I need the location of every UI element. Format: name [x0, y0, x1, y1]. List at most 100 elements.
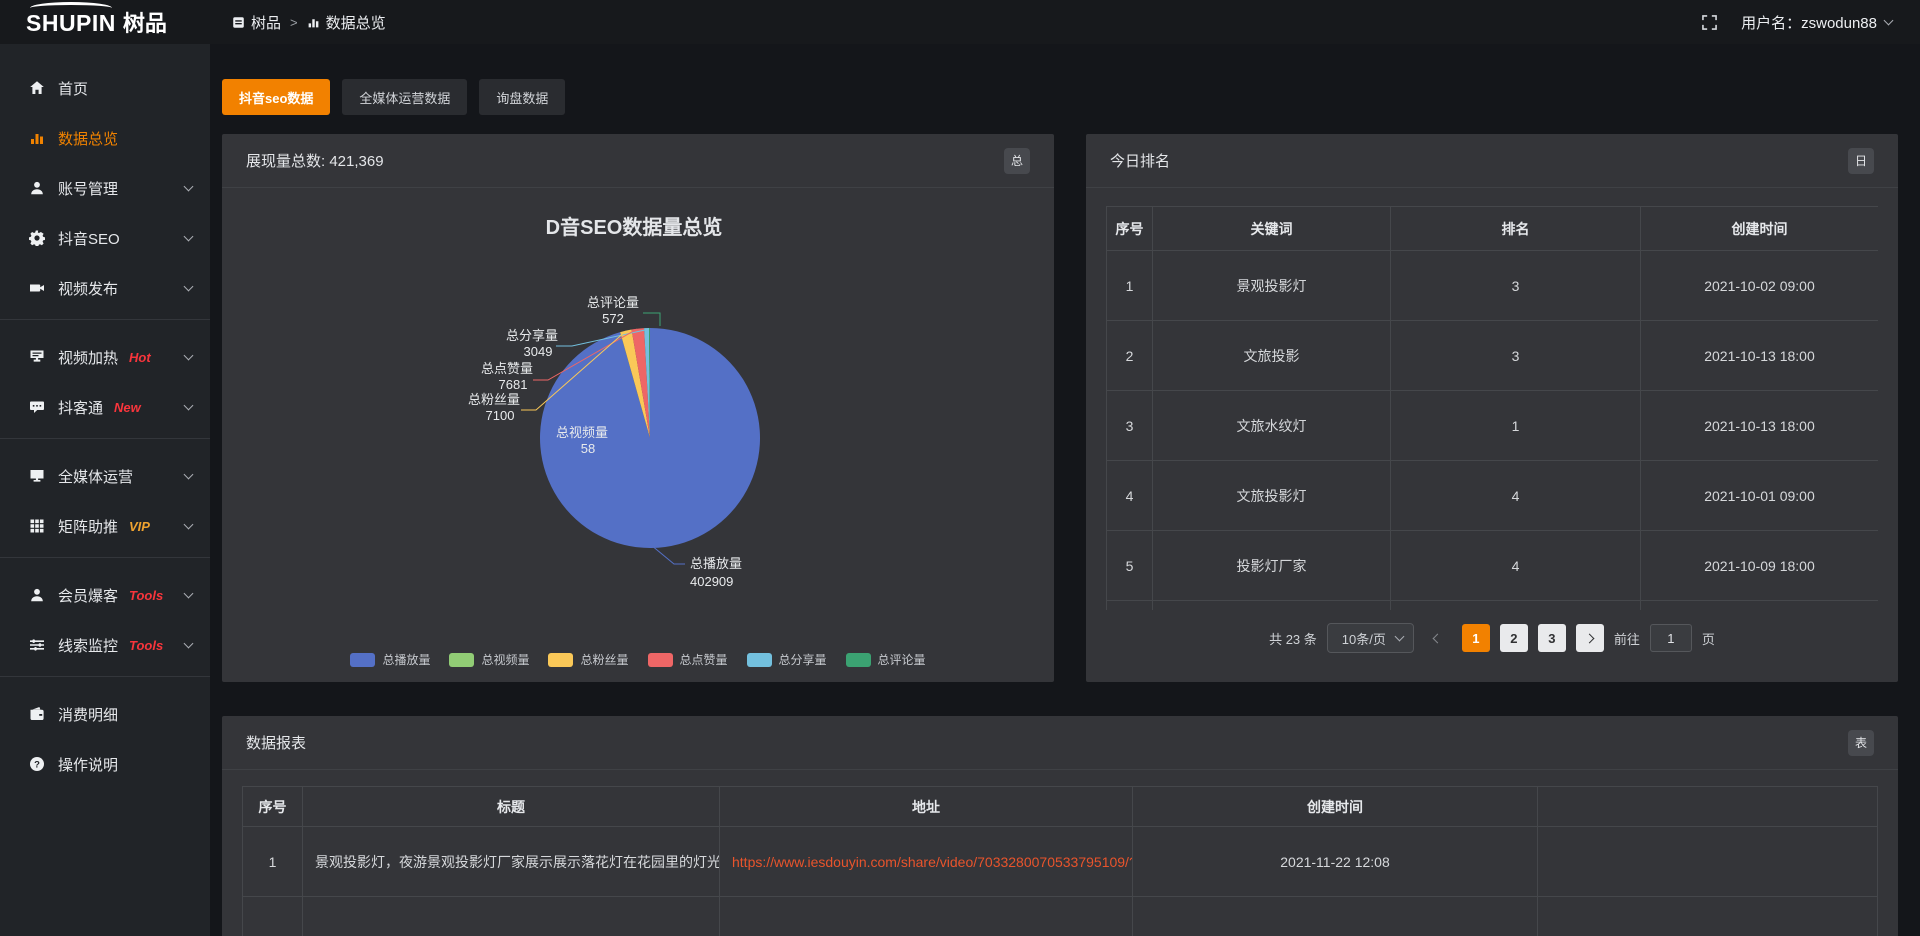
rank-table-container: 序号 关键词 排名 创建时间 1景观投影灯32021-10-02 09:00 2… — [1106, 206, 1878, 610]
pie-chart-svg: D音SEO数据量总览 总评论量 572 总分享量 3049 总点赞量 7681 … — [222, 188, 1054, 682]
sidebar-item-member-burst[interactable]: 会员爆客 Tools — [0, 570, 210, 620]
col-created: 创建时间 — [1641, 207, 1879, 251]
chevron-down-icon — [184, 520, 194, 530]
legend-item-play-count[interactable]: 总播放量 — [350, 651, 430, 668]
user-menu[interactable]: 用户名：zswodun88 — [1741, 12, 1892, 33]
impressions-chart-card: 展现量总数: 421,369 总 D音SEO数据量总览 总评论量 572 总分享… — [222, 134, 1054, 682]
chevron-down-icon — [184, 282, 194, 292]
app-logo: SHUPIN 树品 — [0, 6, 210, 38]
chat-bubble-icon — [28, 399, 45, 416]
sidebar-item-douketong[interactable]: 抖客通 New — [0, 382, 210, 432]
legend-swatch — [846, 653, 871, 667]
header-right: 用户名：zswodun88 — [1702, 12, 1920, 33]
col-spacer — [1538, 787, 1878, 827]
chart-card-header: 展现量总数: 421,369 总 — [222, 134, 1054, 188]
fans-value: 7100 — [486, 408, 515, 423]
rank-table-header-row: 序号 关键词 排名 创建时间 — [1107, 207, 1879, 251]
vip-badge: VIP — [129, 519, 150, 534]
tab-douyin-seo[interactable]: 抖音seo数据 — [222, 79, 330, 115]
sidebar-item-account[interactable]: 账号管理 — [0, 163, 210, 213]
sidebar: 首页 数据总览 账号管理 抖音SEO 视频发布 视频加热 Hot 抖客通 New… — [0, 44, 210, 936]
next-page-button[interactable] — [1576, 624, 1604, 652]
daily-toggle-button[interactable]: 日 — [1848, 148, 1874, 174]
legend-item-shares[interactable]: 总分享量 — [747, 651, 827, 668]
page-button-1[interactable]: 1 — [1462, 624, 1490, 652]
legend-swatch — [350, 653, 375, 667]
sidebar-item-home[interactable]: 首页 — [0, 63, 210, 113]
goto-label: 前往 — [1614, 629, 1640, 648]
new-badge: New — [114, 400, 141, 415]
sidebar-item-matrix-boost[interactable]: 矩阵助推 VIP — [0, 501, 210, 551]
chart-title: D音SEO数据量总览 — [546, 215, 723, 239]
tab-media-operation[interactable]: 全媒体运营数据 — [342, 79, 467, 115]
goto-page-input[interactable] — [1650, 624, 1692, 652]
logo-text-en: SHUPIN — [26, 10, 116, 37]
legend-item-comments[interactable]: 总评论量 — [846, 651, 926, 668]
breadcrumb-item-current[interactable]: 数据总览 — [307, 12, 386, 33]
video-link[interactable]: https://www.iesdouyin.com/share/video/70… — [732, 854, 1133, 870]
breadcrumb-item-root[interactable]: 树品 — [232, 12, 281, 33]
play-count-label: 总播放量 — [690, 556, 742, 571]
page-button-3[interactable]: 3 — [1538, 624, 1566, 652]
legend-item-fans[interactable]: 总粉丝量 — [548, 651, 628, 668]
sidebar-item-video-publish[interactable]: 视频发布 — [0, 263, 210, 313]
page-size-select[interactable]: 10条/页 — [1327, 623, 1414, 653]
col-keyword: 关键词 — [1153, 207, 1391, 251]
sidebar-divider — [0, 557, 210, 558]
table-row[interactable]: 1景观投影灯32021-10-02 09:00 — [1107, 251, 1879, 321]
legend-swatch — [747, 653, 772, 667]
pagination: 共 23 条 10条/页 1 2 3 前往 页 — [1086, 623, 1898, 653]
table-toggle-button[interactable]: 表 — [1848, 730, 1874, 756]
report-card-header: 数据报表 表 — [222, 716, 1898, 770]
sidebar-item-consumption[interactable]: 消费明细 — [0, 689, 210, 739]
sidebar-divider — [0, 676, 210, 677]
page-button-2[interactable]: 2 — [1500, 624, 1528, 652]
username-label: 用户名：zswodun88 — [1741, 12, 1877, 33]
home-icon — [28, 80, 45, 97]
legend-item-video-count[interactable]: 总视频量 — [449, 651, 529, 668]
report-table: 序号 标题 地址 创建时间 1 景观投影灯，夜游景观投影灯厂家展示展示落花灯在花… — [242, 786, 1878, 936]
chevron-down-icon — [184, 351, 194, 361]
legend-item-likes[interactable]: 总点赞量 — [648, 651, 728, 668]
report-row-url-cell: https://www.iesdouyin.com/share/video/70… — [720, 827, 1133, 897]
comments-value: 572 — [602, 311, 624, 326]
table-row[interactable]: 2文旅投影32021-10-13 18:00 — [1107, 321, 1879, 391]
table-row[interactable]: 5投影灯厂家42021-10-09 18:00 — [1107, 531, 1879, 601]
sidebar-item-douyin-seo[interactable]: 抖音SEO — [0, 213, 210, 263]
chevron-down-icon — [184, 182, 194, 192]
table-row[interactable]: 3文旅水纹灯12021-10-13 18:00 — [1107, 391, 1879, 461]
data-report-card: 数据报表 表 序号 标题 地址 创建时间 1 景观投影灯，夜游景观投影灯厂家展示… — [222, 716, 1898, 936]
tab-inquiry[interactable]: 询盘数据 — [479, 79, 565, 115]
rank-card-title: 今日排名 — [1110, 150, 1170, 171]
table-row-clipped — [243, 897, 1878, 936]
tools-badge: Tools — [129, 588, 163, 603]
report-card-title: 数据报表 — [246, 732, 306, 753]
wallet-icon — [28, 706, 45, 723]
top-header: SHUPIN 树品 树品 > 数据总览 用户名：zswodun88 — [0, 0, 1920, 44]
sliders-icon — [28, 637, 45, 654]
chevron-down-icon — [184, 232, 194, 242]
sidebar-divider — [0, 438, 210, 439]
legend-swatch — [449, 653, 474, 667]
report-row-title: 景观投影灯，夜游景观投影灯厂家展示展示落花灯在花园里的灯光投影应用效果 # — [303, 827, 720, 897]
total-toggle-button[interactable]: 总 — [1004, 148, 1030, 174]
total-count-label: 共 23 条 — [1269, 629, 1317, 648]
fullscreen-icon[interactable] — [1702, 15, 1717, 30]
sidebar-item-media-operation[interactable]: 全媒体运营 — [0, 451, 210, 501]
hot-badge: Hot — [129, 350, 151, 365]
shares-value: 3049 — [524, 344, 553, 359]
sidebar-item-instructions[interactable]: ? 操作说明 — [0, 739, 210, 789]
breadcrumb-separator: > — [290, 15, 298, 30]
sidebar-item-clue-monitor[interactable]: 线索监控 Tools — [0, 620, 210, 670]
tools-badge: Tools — [129, 638, 163, 653]
table-row[interactable]: 1 景观投影灯，夜游景观投影灯厂家展示展示落花灯在花园里的灯光投影应用效果 # … — [243, 827, 1878, 897]
sidebar-item-data-overview[interactable]: 数据总览 — [0, 113, 210, 163]
sidebar-item-video-heat[interactable]: 视频加热 Hot — [0, 332, 210, 382]
grid-icon — [28, 518, 45, 535]
video-count-value: 58 — [581, 441, 595, 456]
today-rank-card: 今日排名 日 序号 关键词 排名 创建时间 1景观投影灯32021-10-02 … — [1086, 134, 1898, 682]
prev-page-button[interactable] — [1424, 624, 1452, 652]
impressions-total-label: 展现量总数: 421,369 — [246, 150, 384, 171]
col-created: 创建时间 — [1133, 787, 1538, 827]
table-row[interactable]: 4文旅投影灯42021-10-01 09:00 — [1107, 461, 1879, 531]
